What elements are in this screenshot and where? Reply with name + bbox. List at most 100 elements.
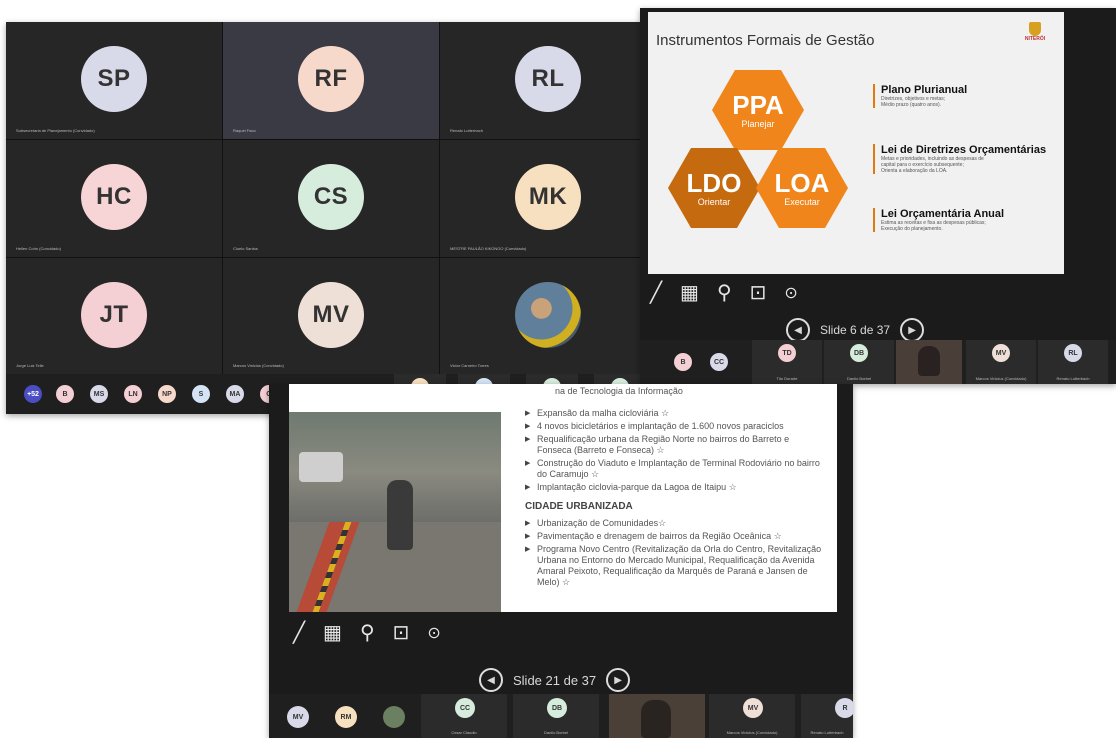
layout-icon[interactable]: ▦ [680,280,699,305]
avatar: RF [298,46,364,113]
participant-strip: B CC TD Tito Dorarte DB Danilo Borbel MV… [640,340,1116,384]
mini-avatar[interactable]: RM [335,706,357,728]
list-item: Pavimentação e drenagem de bairros da Re… [525,531,825,542]
slide-navigation: ◀ Slide 21 de 37 ▶ [479,668,631,692]
mini-avatar[interactable]: NP [158,385,176,403]
crest-icon [1029,22,1041,36]
list-item: Urbanização de Comunidades☆ [525,518,825,529]
mini-avatar: TD [778,344,796,362]
avatar: SP [81,46,147,113]
participant-tile[interactable]: SP Subsecretaria de Planejamento (Convid… [6,22,222,139]
participant-name: Jorge Luiz Telle [16,363,44,368]
strip-tile[interactable]: R Renato Lutterbach [801,694,853,738]
slide-counter: Slide 6 de 37 [820,323,891,337]
mini-avatar[interactable]: LN [124,385,142,403]
participant-tile[interactable]: MV Marcos Vinicius (Convidado) [223,258,439,374]
mini-avatar: MV [743,698,763,718]
mini-avatar[interactable]: MS [90,385,108,403]
camera-video-tile[interactable] [896,340,962,384]
strip-tile[interactable]: MV Marcos Vinicius (Convidado) [966,340,1036,384]
strip-tile[interactable]: MV Marcos Vinicius (Convidado) [709,694,795,738]
hex-loa: LOA Executar [756,148,848,228]
pointer-screen-icon[interactable]: ⊡ [750,280,767,305]
participant-tile[interactable]: RF Raquel Faco [223,22,439,139]
strip-tile[interactable]: DB Danilo Borbel [824,340,894,384]
slide-partial-line: na de Tecnologia da Informação [555,386,683,396]
video-grid-window: SP Subsecretaria de Planejamento (Convid… [6,22,656,414]
box-loa: Lei Orçamentária Anual Estima as receita… [873,208,1059,232]
participant-name: Renato Lutterbach [450,128,483,133]
section-heading: CIDADE URBANIZADA [525,501,633,512]
avatar: MK [515,164,581,231]
city-logo: NITERÓI [1020,22,1050,58]
list-item: Expansão da malha cicloviária ☆ [525,408,825,419]
mini-avatar[interactable]: S [192,385,210,403]
more-icon[interactable]: ⊙ [427,623,440,643]
pointer-screen-icon[interactable]: ⊡ [393,620,410,645]
participant-tile[interactable]: RL Renato Lutterbach [440,22,656,139]
camera-video-tile[interactable] [609,694,705,738]
next-slide-button[interactable]: ▶ [606,668,631,692]
pen-icon[interactable]: ╱ [650,280,662,305]
mini-avatar[interactable]: B [56,385,74,403]
participant-name: Victor Carneiro Torres [450,363,489,368]
layout-icon[interactable]: ▦ [323,620,342,645]
slide-content: Instrumentos Formais de Gestão NITERÓI P… [648,12,1064,274]
more-icon[interactable]: ⊙ [784,283,797,303]
mini-avatar[interactable]: B [674,353,692,371]
mini-avatar-photo[interactable] [383,706,405,728]
person-video [641,700,671,738]
strip-tile-name: Cesar Claudio [451,730,477,735]
strip-tile[interactable]: RL Renato Lutterbach [1038,340,1108,384]
previous-slide-button[interactable]: ◀ [479,668,503,692]
strip-tile-name: Renato Lutterbach [810,730,844,735]
slide-counter: Slide 21 de 37 [513,672,597,688]
pen-icon[interactable]: ╱ [293,620,305,645]
presenter-toolbar: ╱ ▦ ⚲ ⊡ ⊙ [650,280,798,305]
strip-tile[interactable]: DB Danilo Borbel [513,694,599,738]
avatar: JT [81,281,147,348]
mini-avatar[interactable]: MV [287,706,309,728]
slide-navigation: ◀ Slide 6 de 37 ▶ [786,318,925,342]
mini-avatar: R [835,698,853,718]
photo-cyclist [387,480,413,550]
list-item: 4 novos bicicletários e implantação de 1… [525,421,825,432]
zoom-icon[interactable]: ⚲ [717,280,732,305]
box-ldo: Lei de Diretrizes Orçamentárias Metas e … [873,144,1059,174]
strip-tile-name: Marcos Vinicius (Convidado) [726,730,778,735]
presentation-window-slide-6: Instrumentos Formais de Gestão NITERÓI P… [640,8,1116,384]
strip-tile[interactable]: CC Cesar Claudio [421,694,507,738]
next-slide-button[interactable]: ▶ [900,318,925,342]
box-plano-plurianual: Plano Plurianual Diretrizes, objetivos e… [873,84,1059,108]
participant-name: Hellen Cohn (Convidado) [16,246,61,251]
slide-title: Instrumentos Formais de Gestão [656,32,875,49]
participant-tile[interactable]: HC Hellen Cohn (Convidado) [6,140,222,257]
mini-avatar[interactable]: MA [226,385,244,403]
participant-tile[interactable]: JT Jorge Luiz Telle [6,258,222,374]
participant-name: Cluelo Santos [233,246,258,251]
zoom-icon[interactable]: ⚲ [360,620,375,645]
list-item: Implantação ciclovia-parque da Lagoa de … [525,482,825,493]
overflow-count[interactable]: +52 [24,385,42,403]
participant-tile[interactable]: CS Cluelo Santos [223,140,439,257]
mini-avatar: MV [992,344,1010,362]
avatar: MV [298,281,364,348]
presenter-toolbar: ╱ ▦ ⚲ ⊡ ⊙ [293,620,441,645]
mini-avatar[interactable]: CC [710,353,728,371]
photo-car [299,452,343,482]
hex-ppa: PPA Planejar [712,70,804,150]
mini-avatar: DB [547,698,567,718]
strip-tile-name: Danilo Borbel [846,376,871,381]
strip-tile-name: Tito Dorarte [776,376,798,381]
previous-slide-button[interactable]: ◀ [786,318,810,342]
list-item: Construção do Viaduto e Implantação de T… [525,458,825,480]
strip-tile[interactable]: TD Tito Dorarte [752,340,822,384]
participant-tile[interactable]: Victor Carneiro Torres [440,258,656,374]
avatar: HC [81,164,147,231]
presentation-window-slide-21: na de Tecnologia da Informação Expansão … [269,384,853,738]
hex-ldo: LDO Orientar [668,148,760,228]
participant-tile[interactable]: MK MESTRE PAULÃO KIKONGO (Convidado) [440,140,656,257]
person-video [918,346,940,376]
bullet-list-a: Expansão da malha cicloviária ☆ 4 novos … [525,408,825,590]
strip-tile-name: Marcos Vinicius (Convidado) [975,376,1027,381]
